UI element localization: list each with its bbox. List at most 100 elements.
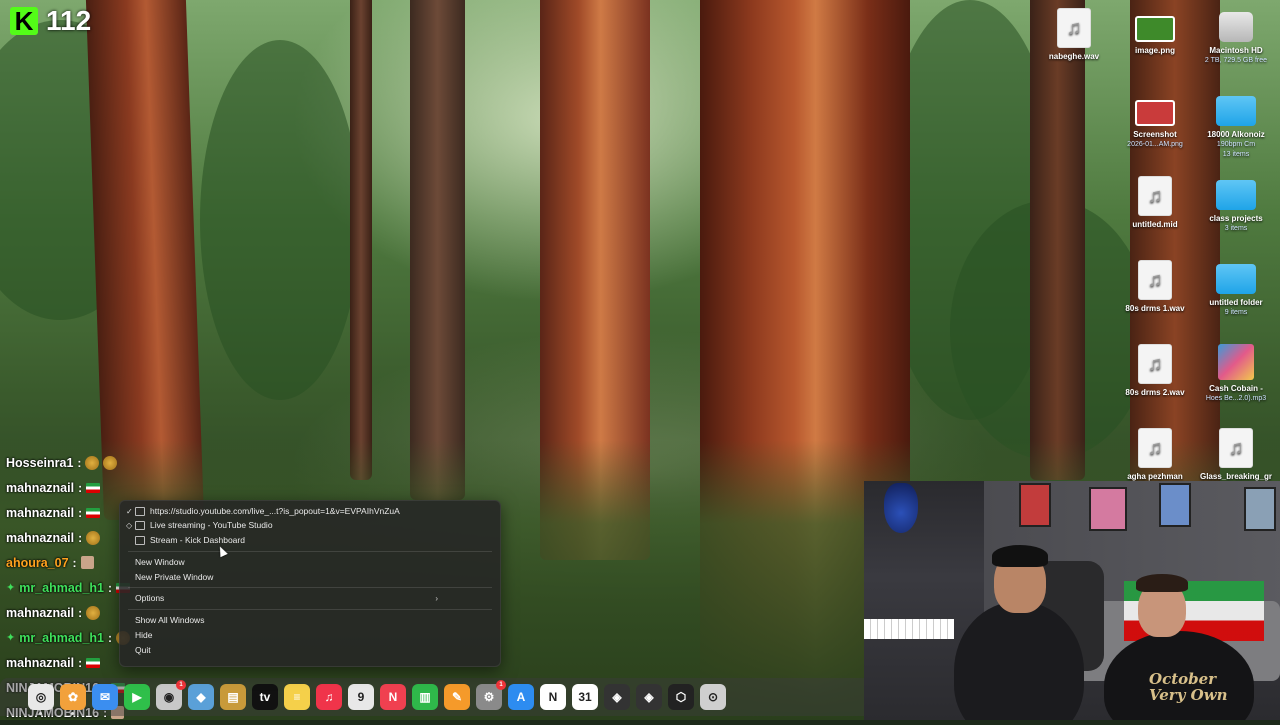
audio-file-icon: ♫ xyxy=(1057,8,1091,48)
image-file-icon xyxy=(1135,100,1175,126)
chat-username: mahnaznail xyxy=(6,655,75,670)
dock-app-system-settings[interactable]: ⚙ 1 xyxy=(476,680,506,710)
desktop-icon-sublabel: 190bpm Cm xyxy=(1216,141,1256,148)
dock-app-messages[interactable]: ◉ 1 xyxy=(156,680,186,710)
pages-icon: ✎ xyxy=(451,690,463,704)
menu-item-hide[interactable]: Hide xyxy=(120,628,500,642)
facetime-icon: ▶ xyxy=(132,690,142,704)
system-settings-icon: ⚙ xyxy=(483,690,495,704)
folder-icon xyxy=(1216,96,1256,126)
wall-poster xyxy=(1244,487,1276,531)
desktop-icon[interactable]: ♫ Glass_breaking_gr xyxy=(1194,428,1278,482)
desktop-icon-label: Screenshot xyxy=(1133,130,1177,139)
dock-app-logic-remote[interactable]: ◈ xyxy=(636,684,662,710)
mail-icon: ✉ xyxy=(99,690,111,704)
desktop-icon[interactable]: 18000 Alkonoiz 190bpm Cm 13 items xyxy=(1194,92,1278,160)
unity-icon: ⬡ xyxy=(675,690,687,704)
dock-app-app-store[interactable]: A xyxy=(508,684,534,710)
app-store-icon: A xyxy=(516,690,526,704)
desktop-icon-sublabel: 3 items xyxy=(1224,225,1248,232)
chat-username: ahoura_07 xyxy=(6,555,69,570)
dock-app-photos[interactable]: ✿ xyxy=(60,684,86,715)
desktop-icon-label: untitled folder xyxy=(1209,298,1263,307)
desktop-icon[interactable]: untitled folder 9 items xyxy=(1194,260,1278,318)
face-emote-icon xyxy=(80,556,94,569)
dock-app-logic-pro[interactable]: ◈ xyxy=(604,684,630,710)
music-icon: ♫ xyxy=(324,690,334,704)
dock-app-mail[interactable]: ✉ xyxy=(92,684,118,710)
menu-item-new-window[interactable]: New Window xyxy=(120,555,500,569)
chat-username: mahnaznail xyxy=(6,605,75,620)
chat-username: mr_ahmad_h1 xyxy=(19,630,104,645)
desktop-icon[interactable]: ♫ 80s drms 2.wav xyxy=(1113,344,1197,398)
dock-app-notes-app[interactable]: ▤ xyxy=(220,684,246,710)
menu-item-show-all-windows[interactable]: Show All Windows xyxy=(120,613,500,627)
dock-app-chrome[interactable]: ◎ xyxy=(28,684,54,715)
lion-emote-icon xyxy=(86,605,101,620)
desktop-icon[interactable]: Screenshot 2026-01...AM.png xyxy=(1113,92,1197,150)
chrome-dock-context-menu: ✓ https://studio.youtube.com/live_...t?i… xyxy=(119,500,501,667)
desktop-icon[interactable]: ♫ nabeghe.wav xyxy=(1032,8,1116,62)
desktop-icon[interactable]: image.png xyxy=(1113,8,1197,56)
chat-username: mr_ahmad_h1 xyxy=(19,580,104,595)
dock-app-pages[interactable]: ✎ xyxy=(444,684,470,710)
chat-separator: : xyxy=(77,455,82,470)
lion-emote-icon xyxy=(103,455,118,470)
desktop-icon[interactable]: Cash Cobain - Hoes Be...2.0).mp3 xyxy=(1194,344,1278,404)
dock-app-maps[interactable]: ◆ xyxy=(188,684,214,710)
dock-app-numbers[interactable]: ▥ xyxy=(412,684,438,710)
desktop-icon[interactable]: ♫ untitled.mid xyxy=(1113,176,1197,230)
wall-poster xyxy=(1159,483,1191,527)
running-indicator xyxy=(39,712,42,715)
disk-utility-icon: ⊙ xyxy=(707,690,719,704)
dock-app-facetime[interactable]: ▶ xyxy=(124,684,150,710)
chat-separator: : xyxy=(78,530,83,545)
dock-app-music[interactable]: ♫ xyxy=(316,684,342,710)
chat-separator: : xyxy=(78,605,83,620)
dock-app-unity[interactable]: ⬡ xyxy=(668,684,694,710)
desktop-icon-label: image.png xyxy=(1134,46,1175,55)
dock-app-apple-tv[interactable]: tv xyxy=(252,684,278,710)
window-icon xyxy=(135,535,145,545)
dock-app-fantastical[interactable]: 31 xyxy=(572,684,598,710)
desktop-icon[interactable]: ♫ 80s drms 1.wav xyxy=(1113,260,1197,314)
running-indicator xyxy=(71,712,74,715)
desktop-icon-label: 18000 Alkonoiz xyxy=(1207,130,1265,139)
desktop-icon[interactable]: Macintosh HD 2 TB, 729.5 GB free xyxy=(1194,8,1278,66)
chat-message: Hosseinra1: xyxy=(0,450,170,475)
dock-app-disk-utility[interactable]: ⊙ xyxy=(700,684,726,710)
chat-username: mahnaznail xyxy=(6,480,75,495)
desktop-icon[interactable]: ♫ agha pezhman xyxy=(1113,428,1197,482)
menu-separator xyxy=(128,609,492,610)
viewer-counter: K 112 xyxy=(10,4,91,38)
menu-item-options[interactable]: Options › xyxy=(120,591,500,605)
numbers-icon: ▥ xyxy=(419,690,431,704)
menu-item-window-kick-dashboard[interactable]: Stream - Kick Dashboard xyxy=(120,533,500,547)
desktop-icon-sublabel: Hoes Be...2.0).mp3 xyxy=(1205,395,1267,402)
subscriber-badge-icon: ✦ xyxy=(6,632,16,644)
chat-separator: : xyxy=(78,480,83,495)
chevron-right-icon: › xyxy=(435,593,438,603)
iran-flag-emote-icon xyxy=(86,507,101,518)
desktop-icon[interactable]: class projects 3 items xyxy=(1194,176,1278,234)
iran-flag-emote-icon xyxy=(86,657,101,668)
desktop-icon-sublabel: 13 items xyxy=(1222,151,1250,158)
menu-item-window-youtube-studio[interactable]: ◇ Live streaming - YouTube Studio xyxy=(120,518,500,532)
menu-item-window-youtube-popout[interactable]: ✓ https://studio.youtube.com/live_...t?i… xyxy=(120,504,500,518)
desktop-icon-label: class projects xyxy=(1209,214,1263,223)
dock-app-calendar[interactable]: 9 xyxy=(348,684,374,710)
audio-file-icon: ♫ xyxy=(1219,428,1253,468)
desktop-icon-label: untitled.mid xyxy=(1132,220,1178,229)
audio-file-icon: ♫ xyxy=(1138,176,1172,216)
dock-app-notion[interactable]: N xyxy=(540,684,566,710)
audio-file-icon: ♫ xyxy=(1138,428,1172,468)
hard-drive-icon xyxy=(1219,12,1253,42)
window-icon xyxy=(135,520,145,530)
menu-item-quit[interactable]: Quit xyxy=(120,643,500,657)
dock-app-notes[interactable]: ≡ xyxy=(284,684,310,710)
chat-username: Hosseinra1 xyxy=(6,455,74,470)
dock-app-news[interactable]: N xyxy=(380,684,406,710)
notification-badge: 1 xyxy=(176,680,186,690)
menu-item-new-private-window[interactable]: New Private Window xyxy=(120,570,500,584)
desktop-icon-label: Cash Cobain - xyxy=(1209,384,1263,393)
